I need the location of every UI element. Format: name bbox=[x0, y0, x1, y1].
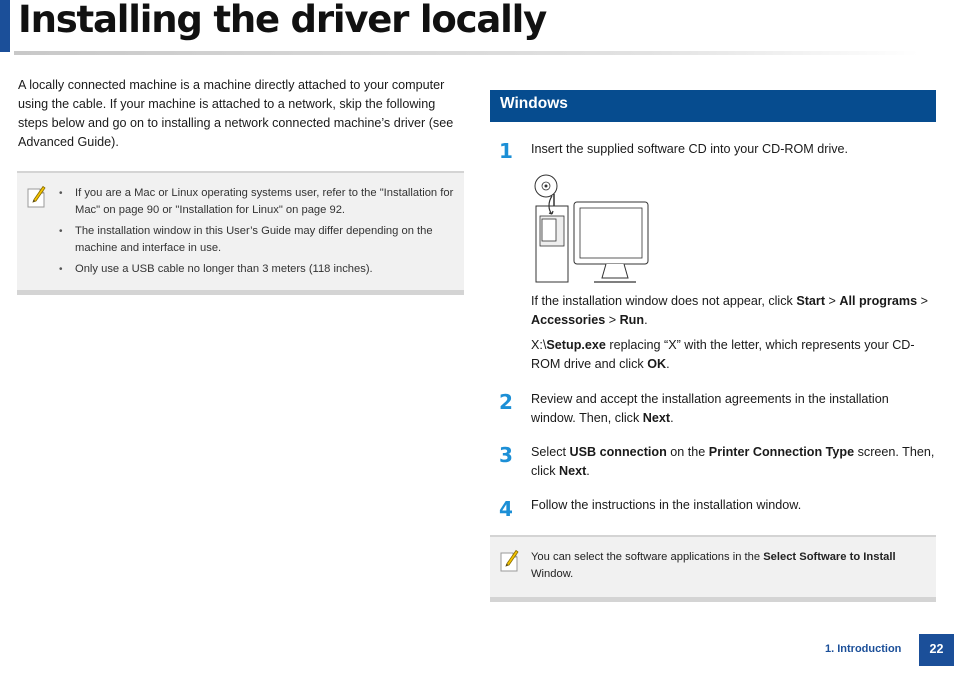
intro-paragraph: A locally connected machine is a machine… bbox=[18, 78, 454, 149]
bold-label: Next bbox=[642, 410, 671, 425]
bold-label: All programs bbox=[839, 294, 918, 308]
step-note-text: If the installation window does not appe… bbox=[531, 294, 928, 327]
step-text: Follow the instructions in the installat… bbox=[531, 498, 802, 512]
step-text: Insert the supplied software CD into you… bbox=[531, 142, 849, 156]
note-item: The installation window in this User’s G… bbox=[57, 223, 461, 257]
step-number: 4 bbox=[499, 497, 513, 521]
step-number: 3 bbox=[499, 443, 513, 467]
cd-insert-computer-icon bbox=[534, 174, 649, 283]
bold-label: Select Software to Install bbox=[763, 551, 896, 563]
note-item: If you are a Mac or Linux operating syst… bbox=[57, 185, 461, 219]
note-list: If you are a Mac or Linux operating syst… bbox=[57, 185, 461, 282]
step-text: Select USB connection on the Printer Con… bbox=[531, 445, 935, 478]
bold-label: Next bbox=[559, 463, 587, 478]
bold-label: Accessories bbox=[531, 312, 606, 327]
title-divider bbox=[14, 51, 919, 55]
section-header-windows: Windows bbox=[490, 90, 936, 122]
step-number: 2 bbox=[499, 390, 513, 414]
bold-label: Run bbox=[619, 312, 645, 327]
title-accent-bar bbox=[0, 0, 10, 52]
note-pencil-icon bbox=[500, 549, 519, 572]
note-pencil-icon bbox=[27, 185, 46, 208]
step-text: Review and accept the installation agree… bbox=[531, 392, 889, 425]
footer-chapter: 1. Introduction bbox=[825, 643, 902, 655]
note-item: Only use a USB cable no longer than 3 me… bbox=[57, 261, 461, 278]
note-box: You can select the software applications… bbox=[490, 535, 936, 602]
note-text: You can select the software applications… bbox=[531, 551, 896, 580]
bold-label: USB connection bbox=[569, 445, 667, 459]
page-title: Installing the driver locally bbox=[18, 0, 547, 41]
bold-label: Printer Connection Type bbox=[708, 445, 855, 459]
bold-label: Setup.exe bbox=[546, 338, 606, 352]
page-number-badge: 22 bbox=[919, 634, 954, 666]
bold-label: OK bbox=[647, 356, 667, 371]
step-note-text: X:\Setup.exe replacing “X” with the lett… bbox=[531, 338, 915, 371]
step-number: 1 bbox=[499, 139, 513, 163]
note-box: If you are a Mac or Linux operating syst… bbox=[17, 171, 464, 295]
bold-label: Start bbox=[796, 294, 826, 308]
